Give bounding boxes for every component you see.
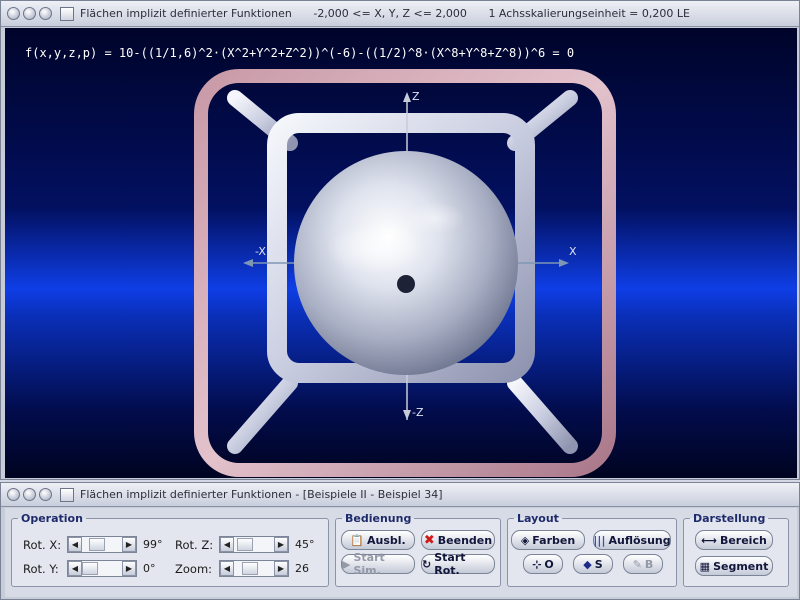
sphere-highlight [327, 222, 423, 274]
rot-y-right-arrow-icon[interactable]: ▶ [122, 561, 136, 576]
rot-x-slider-thumb[interactable] [88, 538, 105, 551]
maximize-window-icon[interactable] [39, 7, 52, 20]
sphere-highlight-2 [405, 202, 465, 234]
control-window: Flächen implizit definierter Funktionen … [0, 482, 800, 600]
rot-z-right-arrow-icon[interactable]: ▶ [274, 537, 288, 552]
b-label: B [644, 557, 654, 571]
ausbl-button[interactable]: 📋 Ausbl. [341, 530, 415, 550]
bereich-label: Bereich [719, 533, 767, 547]
zoom-right-arrow-icon[interactable]: ▶ [274, 561, 288, 576]
rot-z-row: Rot. Z: ◀ ▶ 45° [175, 536, 323, 553]
axis-label-neg-x: -X [255, 245, 266, 258]
close-x-icon: ✖ [423, 532, 435, 548]
graphics-window-titlebar[interactable]: Flächen implizit definierter Funktionen … [1, 1, 799, 27]
crosshair-icon: ⊹ [532, 557, 542, 571]
rot-z-label: Rot. Z: [175, 537, 214, 552]
3d-plot-canvas[interactable]: f(x,y,z,p) = 10-((1/1,6)^2·(X^2+Y^2+Z^2)… [5, 28, 797, 478]
rot-y-value: 0° [143, 562, 156, 575]
aufloesung-button[interactable]: ||| Auflösung [593, 530, 671, 550]
rot-y-left-arrow-icon[interactable]: ◀ [68, 561, 82, 576]
bereich-button[interactable]: ⟷ Bereich [695, 530, 773, 550]
rotate-icon: ↻ [422, 557, 432, 571]
control-panel: Operation Rot. X: ◀ ▶ 99° Rot. Y: ◀ ▶ 0°… [5, 508, 797, 597]
rot-y-slider-thumb[interactable] [82, 562, 98, 575]
zoom-left-arrow-icon[interactable]: ◀ [220, 561, 234, 576]
rot-x-left-arrow-icon[interactable]: ◀ [68, 537, 82, 552]
start-sim-label: Start Sim. [353, 551, 385, 577]
axis-label-x: X [569, 245, 577, 258]
rot-z-value: 45° [295, 538, 315, 551]
rot-y-slider[interactable]: ◀ ▶ [67, 560, 137, 577]
segment-label: Segment [713, 559, 769, 573]
start-rot-label: Start Rot. [434, 551, 466, 577]
beenden-label: Beenden [437, 533, 493, 547]
rot-x-row: Rot. X: ◀ ▶ 99° [23, 536, 171, 553]
farben-label: Farben [532, 533, 576, 547]
rot-z-slider-thumb[interactable] [236, 538, 253, 551]
b-button[interactable]: ✎ B [623, 554, 663, 574]
minimize-window-icon[interactable] [23, 7, 36, 20]
rot-x-right-arrow-icon[interactable]: ▶ [122, 537, 136, 552]
maximize-control-window-icon[interactable] [39, 488, 52, 501]
axis-label-z: Z [412, 90, 420, 103]
z-axis-arrow-icon [403, 92, 411, 102]
rot-y-row: Rot. Y: ◀ ▶ 0° [23, 560, 171, 577]
origin-button[interactable]: ⊹ O [523, 554, 563, 574]
rot-x-label: Rot. X: [23, 537, 62, 552]
rot-x-value: 99° [143, 538, 163, 551]
title-app-name: Flächen implizit definierter Funktionen [80, 7, 292, 20]
s-button[interactable]: ◆ S [573, 554, 613, 574]
control-window-title: Flächen implizit definierter Funktionen … [80, 488, 443, 501]
zoom-label: Zoom: [175, 561, 213, 576]
close-control-window-icon[interactable] [7, 488, 20, 501]
surface-render [194, 69, 616, 477]
title-range: -2,000 <= X, Y, Z <= 2,000 [313, 7, 467, 20]
bedienung-legend: Bedienung [345, 512, 412, 525]
title-scale: 1 Achsskalierungseinheit = 0,200 LE [488, 7, 690, 20]
pen-icon: ✎ [632, 557, 642, 571]
layout-legend: Layout [517, 512, 559, 525]
cube-icon: ◆ [583, 557, 592, 571]
clipboard-icon: 📋 [350, 533, 364, 547]
control-window-titlebar[interactable]: Flächen implizit definierter Funktionen … [1, 483, 799, 507]
zoom-slider-thumb[interactable] [242, 562, 259, 575]
neg-x-axis-arrow-icon [243, 259, 253, 267]
darstellung-legend: Darstellung [693, 512, 766, 525]
x-axis-arrow-icon [559, 259, 569, 267]
rot-z-slider[interactable]: ◀ ▶ [219, 536, 289, 553]
grid-icon: ▦ [699, 559, 711, 573]
range-icon: ⟷ [701, 533, 717, 547]
rot-y-label: Rot. Y: [23, 561, 59, 576]
farben-button[interactable]: ◈ Farben [511, 530, 585, 550]
rot-x-slider[interactable]: ◀ ▶ [67, 536, 137, 553]
zoom-slider[interactable]: ◀ ▶ [219, 560, 289, 577]
operation-legend: Operation [21, 512, 83, 525]
segment-button[interactable]: ▦ Segment [695, 556, 773, 576]
zoom-value: 26 [295, 562, 309, 575]
s-label: S [594, 557, 603, 571]
function-formula: f(x,y,z,p) = 10-((1/1,6)^2·(X^2+Y^2+Z^2)… [25, 46, 575, 60]
start-sim-button[interactable]: ▶ Start Sim. [341, 551, 415, 577]
close-window-icon[interactable] [7, 7, 20, 20]
paint-bucket-icon: ◈ [520, 533, 530, 547]
play-icon: ▶ [342, 557, 351, 571]
resolution-icon: ||| [593, 533, 606, 547]
minimize-control-window-icon[interactable] [23, 488, 36, 501]
axis-label-neg-z: -Z [412, 406, 424, 419]
window-controls [7, 7, 52, 20]
control-window-menu-icon[interactable] [60, 487, 74, 502]
window-menu-icon[interactable] [60, 6, 74, 21]
aufloesung-label: Auflösung [608, 533, 671, 547]
control-window-controls [7, 488, 52, 501]
start-rot-button[interactable]: ↻ Start Rot. [421, 551, 495, 577]
beenden-button[interactable]: ✖ Beenden [421, 530, 495, 550]
graphics-window: Flächen implizit definierter Funktionen … [0, 0, 800, 480]
zoom-row: Zoom: ◀ ▶ 26 [175, 560, 323, 577]
origin-label: O [544, 557, 554, 571]
neg-z-axis-arrow-icon [403, 410, 411, 420]
sphere-pole-icon [397, 275, 415, 293]
ausbl-label: Ausbl. [366, 533, 406, 547]
graphics-window-title: Flächen implizit definierter Funktionen … [80, 7, 708, 20]
rot-z-left-arrow-icon[interactable]: ◀ [220, 537, 234, 552]
